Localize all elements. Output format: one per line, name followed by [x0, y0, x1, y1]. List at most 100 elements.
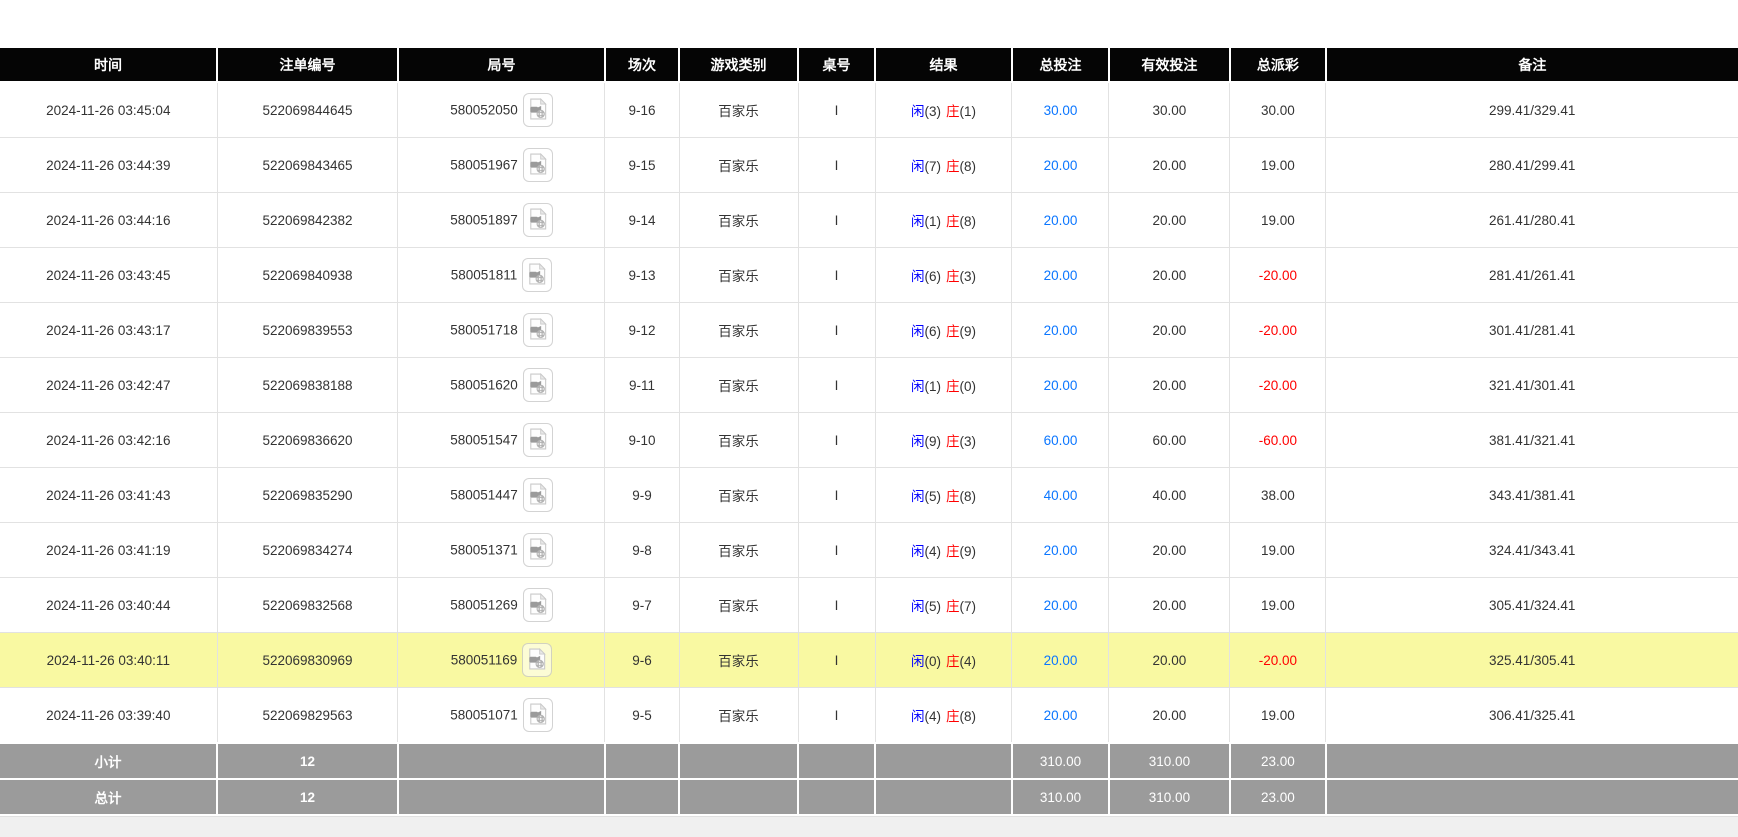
table-no-cell: I — [798, 358, 875, 413]
valid-bet-cell: 20.00 — [1109, 633, 1230, 688]
video-replay-button[interactable] — [523, 93, 553, 127]
summary-empty-game-cell — [679, 743, 798, 779]
valid-bet-cell: 20.00 — [1109, 523, 1230, 578]
video-replay-button[interactable] — [523, 698, 553, 732]
video-replay-button[interactable] — [522, 258, 552, 292]
video-file-icon — [528, 648, 546, 670]
summary-empty-table-cell — [798, 779, 875, 815]
video-replay-button[interactable] — [523, 368, 553, 402]
result-player-value: (6) — [925, 269, 942, 284]
table-no-cell: I — [798, 578, 875, 633]
game-type-cell: 百家乐 — [679, 193, 798, 248]
round-number: 580052050 — [450, 103, 518, 118]
column-header-table-no: 桌号 — [798, 47, 875, 82]
table-header-row: 时间注单编号局号场次游戏类别桌号结果总投注有效投注总派彩备注 — [0, 47, 1738, 82]
valid-bet-cell: 20.00 — [1109, 138, 1230, 193]
bet-id-cell: 522069835290 — [217, 468, 398, 523]
result-banker-label: 庄 — [946, 214, 960, 229]
video-replay-button[interactable] — [523, 203, 553, 237]
video-file-icon — [529, 538, 547, 560]
game-type-cell: 百家乐 — [679, 138, 798, 193]
column-header-result: 结果 — [875, 47, 1012, 82]
result-cell: 闲(0)庄(4) — [875, 633, 1012, 688]
valid-bet-cell: 20.00 — [1109, 578, 1230, 633]
video-replay-button[interactable] — [523, 478, 553, 512]
result-banker-value: (4) — [960, 654, 977, 669]
bet-id-cell: 522069829563 — [217, 688, 398, 744]
result-player-label: 闲 — [911, 489, 925, 504]
result-banker-value: (3) — [960, 434, 977, 449]
round-cell: 580051967 — [398, 138, 605, 193]
bet-records-panel: 时间注单编号局号场次游戏类别桌号结果总投注有效投注总派彩备注 2024-11-2… — [0, 46, 1738, 816]
bet-id-cell: 522069838188 — [217, 358, 398, 413]
time-cell: 2024-11-26 03:41:43 — [0, 468, 217, 523]
valid-bet-cell: 20.00 — [1109, 303, 1230, 358]
summary-payout-cell: 23.00 — [1230, 743, 1326, 779]
result-player-label: 闲 — [911, 434, 925, 449]
round-number: 580051811 — [451, 268, 518, 283]
session-cell: 9-6 — [605, 633, 679, 688]
session-cell: 9-14 — [605, 193, 679, 248]
result-banker-value: (9) — [960, 544, 977, 559]
round-cell: 580051547 — [398, 413, 605, 468]
valid-bet-cell: 20.00 — [1109, 358, 1230, 413]
result-banker-value: (3) — [960, 269, 977, 284]
result-cell: 闲(4)庄(8) — [875, 688, 1012, 744]
bet-id-cell: 522069834274 — [217, 523, 398, 578]
video-replay-button[interactable] — [523, 423, 553, 457]
result-banker-label: 庄 — [946, 489, 960, 504]
remark-cell: 281.41/261.41 — [1326, 248, 1738, 303]
result-banker-value: (8) — [960, 709, 977, 724]
table-row: 2024-11-26 03:42:47522069838188580051620… — [0, 358, 1738, 413]
result-cell: 闲(5)庄(7) — [875, 578, 1012, 633]
session-cell: 9-5 — [605, 688, 679, 744]
summary-label-cell: 总计 — [0, 779, 217, 815]
payout-cell: -60.00 — [1230, 413, 1326, 468]
video-file-icon — [529, 428, 547, 450]
payout-cell: 38.00 — [1230, 468, 1326, 523]
round-number: 580051371 — [450, 543, 518, 558]
round-cell: 580051269 — [398, 578, 605, 633]
video-replay-button[interactable] — [523, 148, 553, 182]
payout-cell: -20.00 — [1230, 633, 1326, 688]
bet-id-cell: 522069840938 — [217, 248, 398, 303]
table-row: 2024-11-26 03:41:43522069835290 580051447… — [0, 468, 1738, 523]
summary-empty-round-cell — [398, 743, 605, 779]
payout-cell: -20.00 — [1230, 248, 1326, 303]
table-row: 2024-11-26 03:43:17522069839553580051718… — [0, 303, 1738, 358]
video-replay-button[interactable] — [523, 588, 553, 622]
result-cell: 闲(6)庄(3) — [875, 248, 1012, 303]
result-banker-label: 庄 — [946, 709, 960, 724]
video-replay-button[interactable] — [523, 313, 553, 347]
result-player-value: (4) — [925, 709, 942, 724]
time-cell: 2024-11-26 03:42:16 — [0, 413, 217, 468]
video-replay-button[interactable] — [522, 643, 552, 677]
valid-bet-cell: 20.00 — [1109, 688, 1230, 744]
result-player-label: 闲 — [911, 269, 925, 284]
game-type-cell: 百家乐 — [679, 358, 798, 413]
video-file-icon — [529, 593, 547, 615]
bet-id-cell: 522069830969 — [217, 633, 398, 688]
game-type-cell: 百家乐 — [679, 303, 798, 358]
result-cell: 闲(3)庄(1) — [875, 82, 1012, 138]
result-player-label: 闲 — [911, 599, 925, 614]
round-cell: 580051897 — [398, 193, 605, 248]
result-cell: 闲(9)庄(3) — [875, 413, 1012, 468]
table-no-cell: I — [798, 248, 875, 303]
result-player-value: (3) — [925, 104, 942, 119]
result-banker-value: (8) — [960, 489, 977, 504]
summary-empty-round-cell — [398, 779, 605, 815]
result-player-label: 闲 — [911, 214, 925, 229]
total-bet-cell: 20.00 — [1012, 523, 1109, 578]
payout-cell: 30.00 — [1230, 82, 1326, 138]
column-header-valid-bet: 有效投注 — [1109, 47, 1230, 82]
session-cell: 9-9 — [605, 468, 679, 523]
remark-cell: 321.41/301.41 — [1326, 358, 1738, 413]
table-row: 2024-11-26 03:44:39522069843465580051967… — [0, 138, 1738, 193]
round-cell: 580052050 — [398, 82, 605, 138]
session-cell: 9-16 — [605, 82, 679, 138]
summary-empty-session-cell — [605, 779, 679, 815]
result-banker-label: 庄 — [946, 434, 960, 449]
video-replay-button[interactable] — [523, 533, 553, 567]
round-number: 580051447 — [450, 488, 518, 503]
